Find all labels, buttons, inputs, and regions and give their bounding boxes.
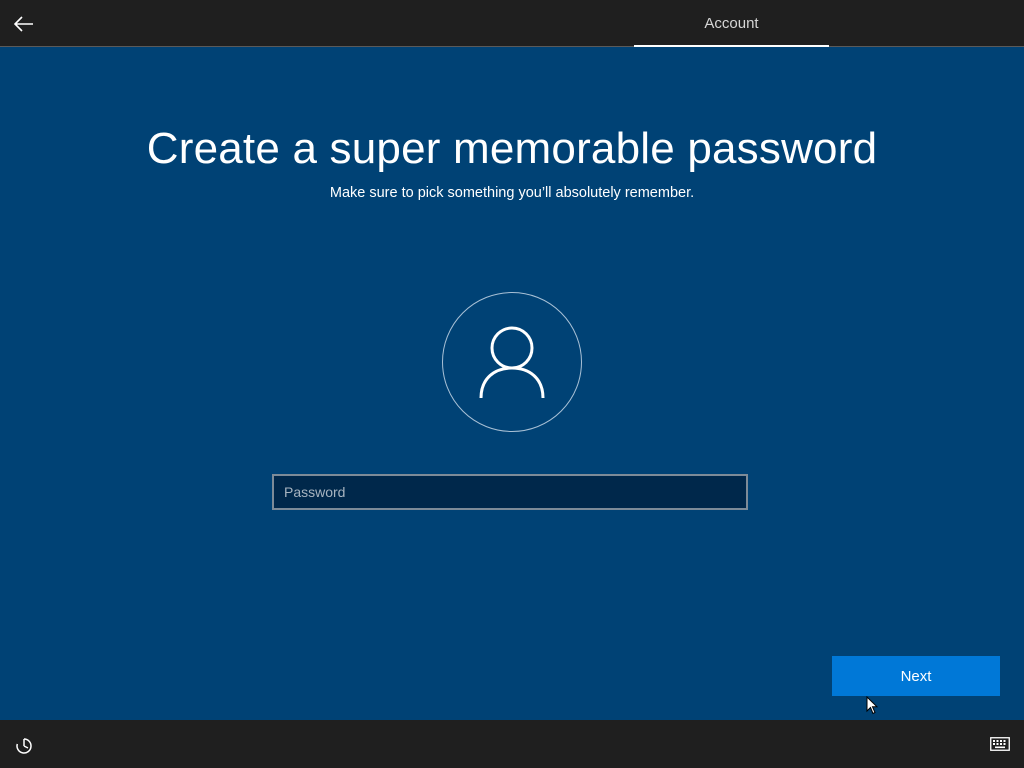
- top-bar: Account: [0, 0, 1024, 47]
- bottom-bar: [0, 720, 1024, 768]
- keyboard-icon[interactable]: [990, 737, 1010, 751]
- mouse-cursor-icon: [866, 696, 878, 715]
- password-input[interactable]: [272, 474, 748, 510]
- page-title: Create a super memorable password: [146, 124, 878, 173]
- user-icon: [479, 326, 545, 399]
- tab-account: Account: [634, 0, 829, 47]
- back-button[interactable]: [8, 8, 40, 40]
- next-button[interactable]: Next: [832, 656, 1000, 696]
- page-subtitle: Make sure to pick something you’ll absol…: [329, 185, 695, 201]
- back-arrow-icon: [14, 16, 33, 32]
- avatar: [442, 292, 582, 432]
- ease-of-access-icon[interactable]: [14, 736, 34, 756]
